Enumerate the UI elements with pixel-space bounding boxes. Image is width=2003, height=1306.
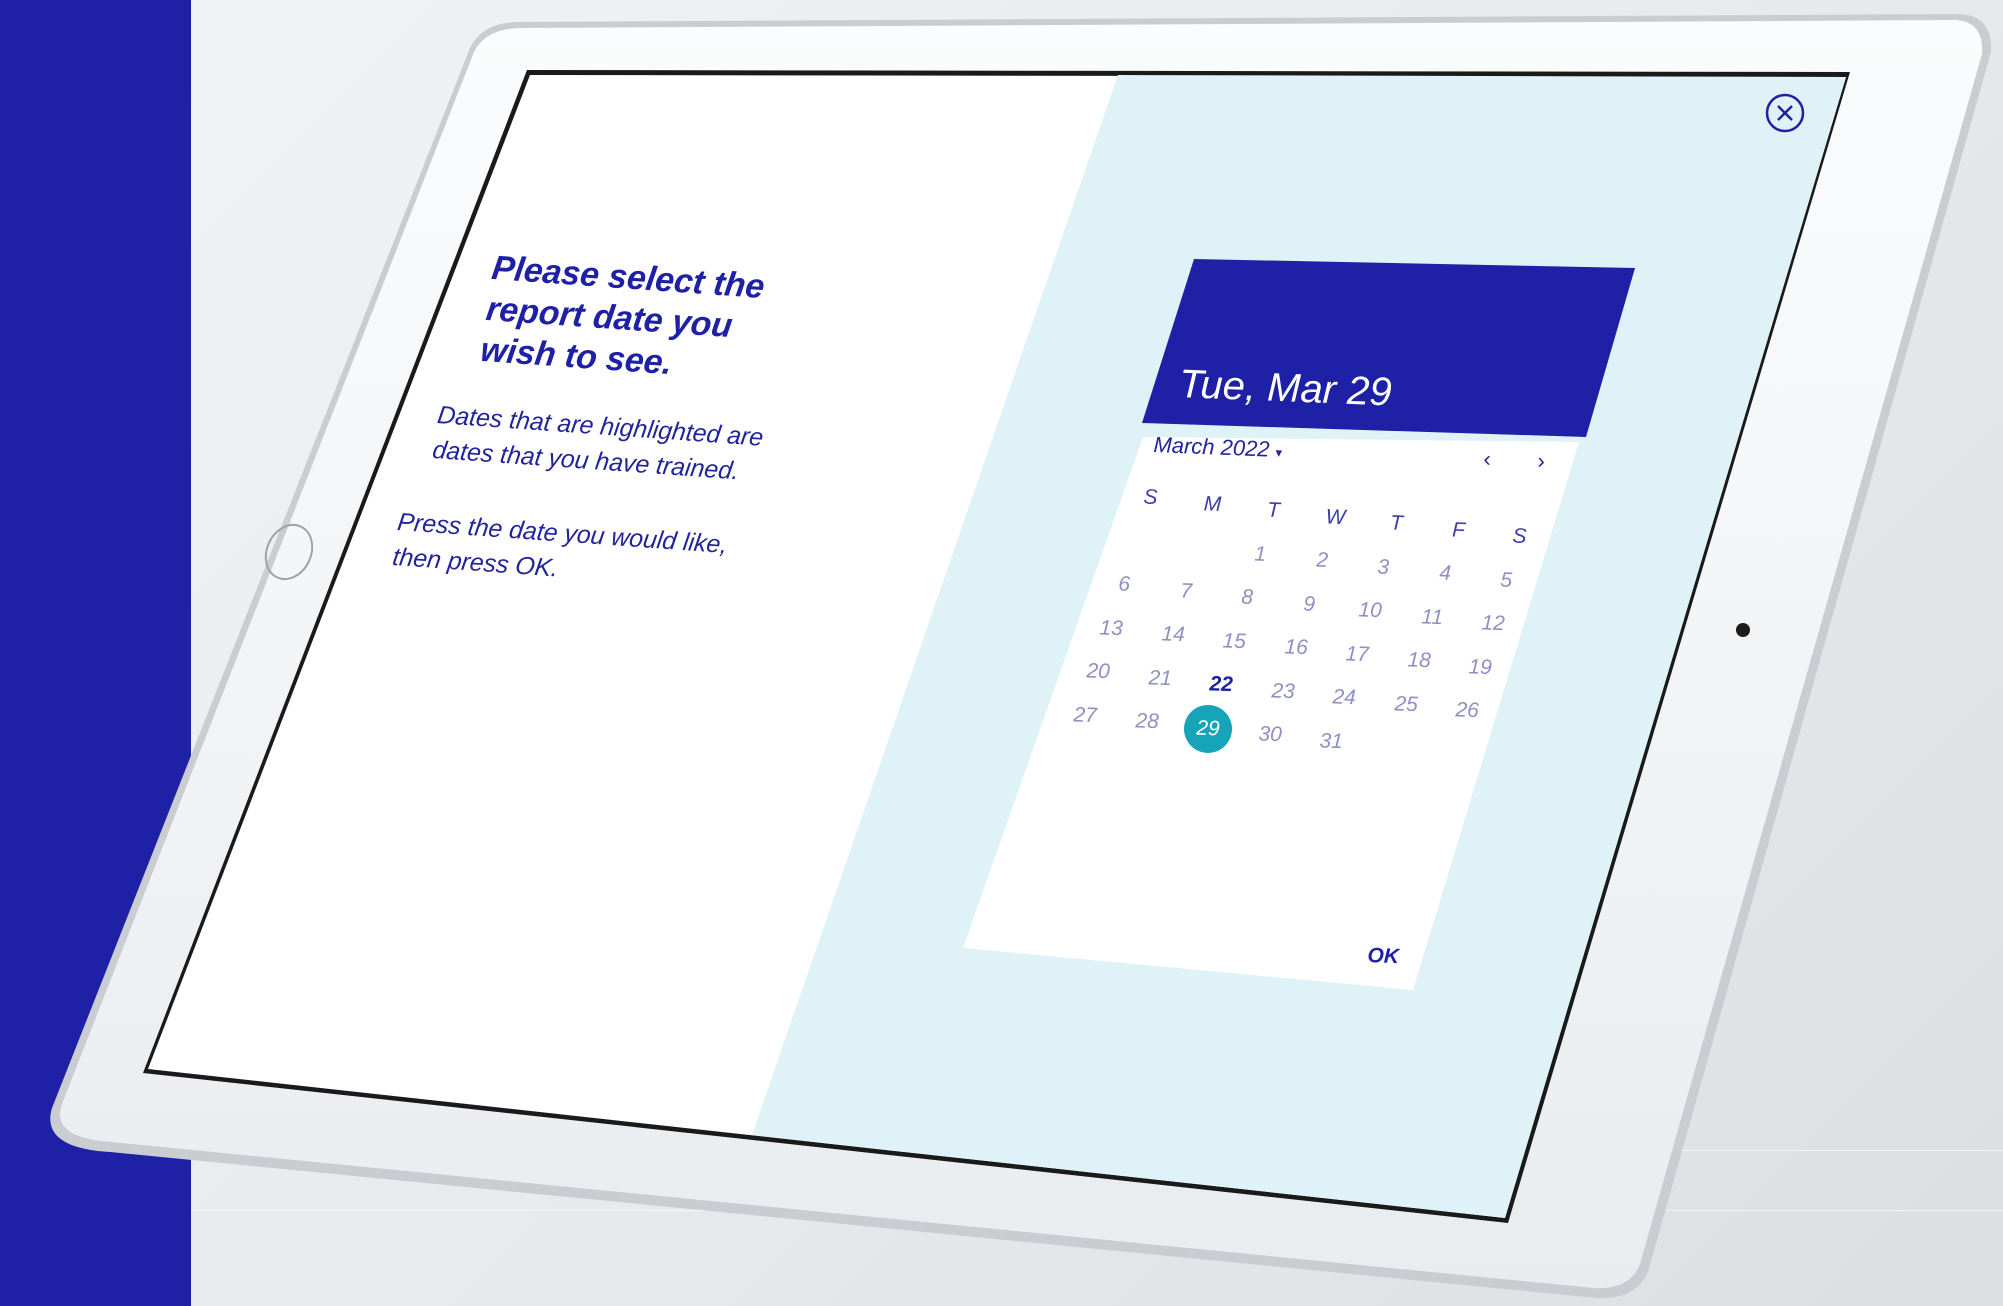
weekday-label: T (1266, 498, 1281, 523)
calendar-day[interactable]: 9 (1288, 584, 1330, 626)
tablet-device (50, 14, 1992, 1299)
calendar-day[interactable]: 7 (1165, 571, 1207, 613)
next-month-button[interactable]: › (1537, 448, 1545, 474)
weekday-label: W (1324, 504, 1346, 529)
weekday-label: S (1143, 485, 1158, 510)
chevron-left-icon: ‹ (1482, 446, 1492, 472)
weekday-label: M (1202, 491, 1222, 516)
weekday-label: S (1512, 524, 1527, 549)
close-icon (1765, 93, 1805, 133)
selected-date-display: Tue, Mar 29 (1178, 362, 1393, 415)
calendar-day[interactable]: 23 (1262, 671, 1304, 713)
instruction-heading: Please select the report date you wish t… (478, 248, 767, 383)
calendar-day[interactable]: 25 (1385, 684, 1427, 726)
chevron-right-icon: › (1536, 448, 1546, 474)
camera-dot (1736, 623, 1750, 637)
ok-button[interactable]: OK (1367, 944, 1399, 969)
chevron-down-icon: ▾ (1275, 444, 1283, 461)
month-year-dropdown[interactable]: March 2022 ▾ (1153, 432, 1283, 463)
close-button[interactable] (1764, 92, 1806, 134)
prev-month-button[interactable]: ‹ (1483, 446, 1491, 472)
weekday-label: T (1389, 511, 1404, 536)
calendar-day[interactable]: 21 (1139, 658, 1181, 700)
weekday-label: F (1451, 518, 1465, 542)
calendar-day[interactable]: 11 (1411, 597, 1453, 639)
month-year-label: March 2022 (1152, 432, 1271, 462)
